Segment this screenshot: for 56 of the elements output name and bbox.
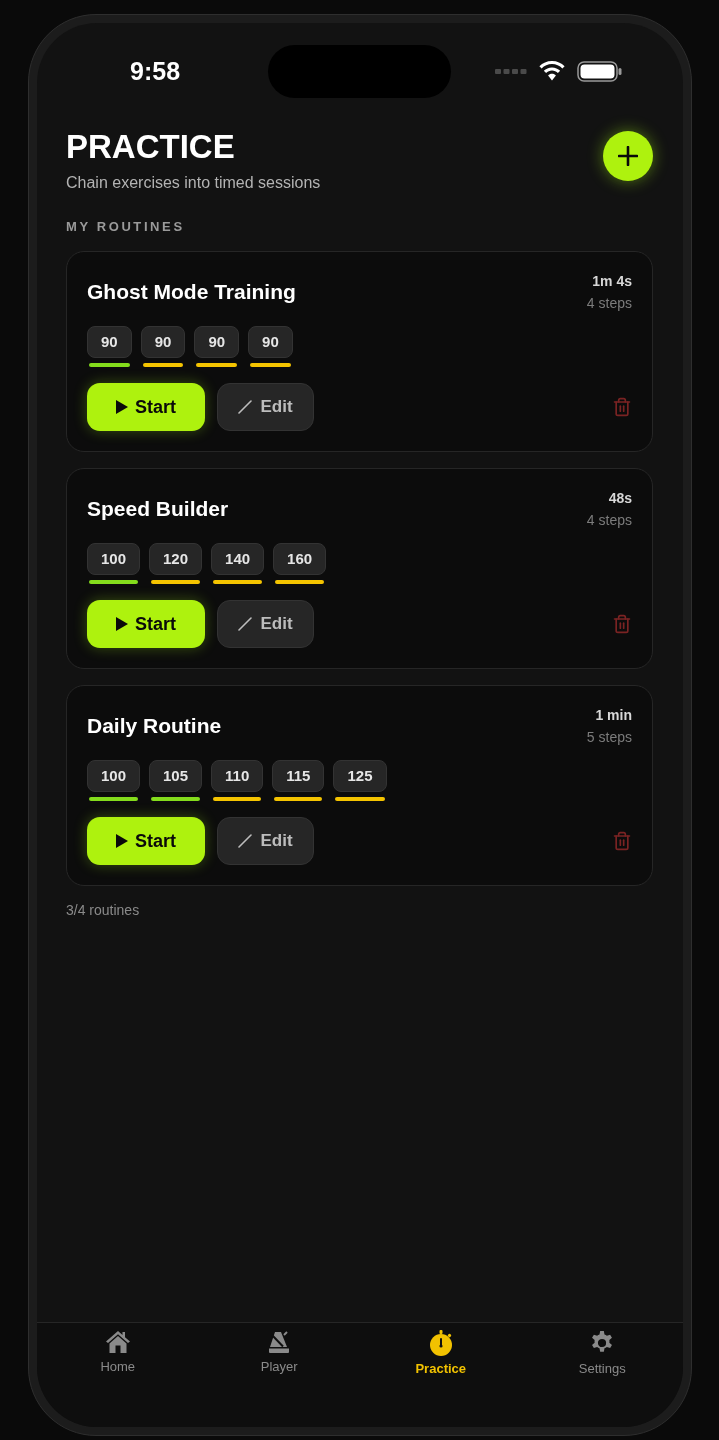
- start-button[interactable]: Start: [87, 600, 205, 648]
- routine-count: 3/4 routines: [66, 901, 141, 919]
- pencil-icon: [238, 617, 253, 631]
- trash-icon: [612, 614, 632, 634]
- add-button[interactable]: [603, 131, 653, 181]
- delete-button[interactable]: [612, 614, 632, 634]
- home-icon: [104, 1330, 131, 1354]
- page-subtitle: Chain exercises into timed sessions: [66, 173, 321, 193]
- status-time: 9:58: [130, 58, 181, 84]
- trash-icon: [612, 397, 632, 417]
- stopwatch-icon: [427, 1330, 454, 1356]
- routine-title: Daily Routine: [87, 713, 222, 739]
- plus-icon: [618, 146, 638, 166]
- routine-duration: 48s: [608, 489, 632, 507]
- tempo-chip: 110: [211, 760, 264, 792]
- tempo-chip: 90: [140, 326, 186, 358]
- routine-duration: 1 min: [595, 706, 632, 724]
- start-button[interactable]: Start: [87, 817, 205, 865]
- play-icon: [116, 400, 128, 414]
- delete-button[interactable]: [612, 397, 632, 417]
- tab-item[interactable]: Settings: [521, 1330, 683, 1377]
- tempo-chip: 100: [87, 543, 141, 575]
- tempo-chip: 115: [272, 760, 325, 792]
- start-button[interactable]: Start: [87, 383, 205, 431]
- tempo-chip: 120: [149, 543, 203, 575]
- tab-item[interactable]: Home: [37, 1330, 199, 1375]
- tempo-chip: 125: [333, 760, 387, 792]
- battery-icon: [577, 60, 622, 82]
- tempo-chip: 90: [194, 326, 240, 358]
- signal-icon: [495, 68, 527, 74]
- tab-item[interactable]: Practice: [360, 1330, 522, 1377]
- step-count: 5 steps: [586, 728, 632, 746]
- trash-icon: [612, 831, 632, 851]
- play-icon: [116, 834, 128, 848]
- pencil-icon: [238, 400, 253, 414]
- page-title: PRACTICE: [66, 127, 236, 167]
- section-label: MY ROUTINES: [66, 219, 186, 235]
- tempo-chip: 90: [248, 326, 293, 358]
- routine-title: Ghost Mode Training: [87, 279, 296, 305]
- tempo-chip: 140: [211, 543, 265, 575]
- pencil-icon: [238, 834, 253, 848]
- routine-title: Speed Builder: [87, 496, 229, 522]
- tempo-chip: 105: [149, 760, 203, 792]
- routine-duration: 1m 4s: [592, 272, 632, 290]
- edit-button[interactable]: Edit: [217, 817, 314, 865]
- step-count: 4 steps: [586, 511, 632, 529]
- edit-button[interactable]: Edit: [217, 383, 314, 431]
- tempo-chip: 90: [87, 326, 132, 358]
- edit-button[interactable]: Edit: [217, 600, 314, 648]
- tab-item[interactable]: Player: [198, 1330, 360, 1375]
- step-count: 4 steps: [586, 294, 632, 312]
- tempo-chip: 160: [273, 543, 327, 575]
- tempo-chip: 100: [87, 760, 141, 792]
- wifi-icon: [539, 61, 565, 81]
- play-icon: [116, 617, 128, 631]
- delete-button[interactable]: [612, 831, 632, 851]
